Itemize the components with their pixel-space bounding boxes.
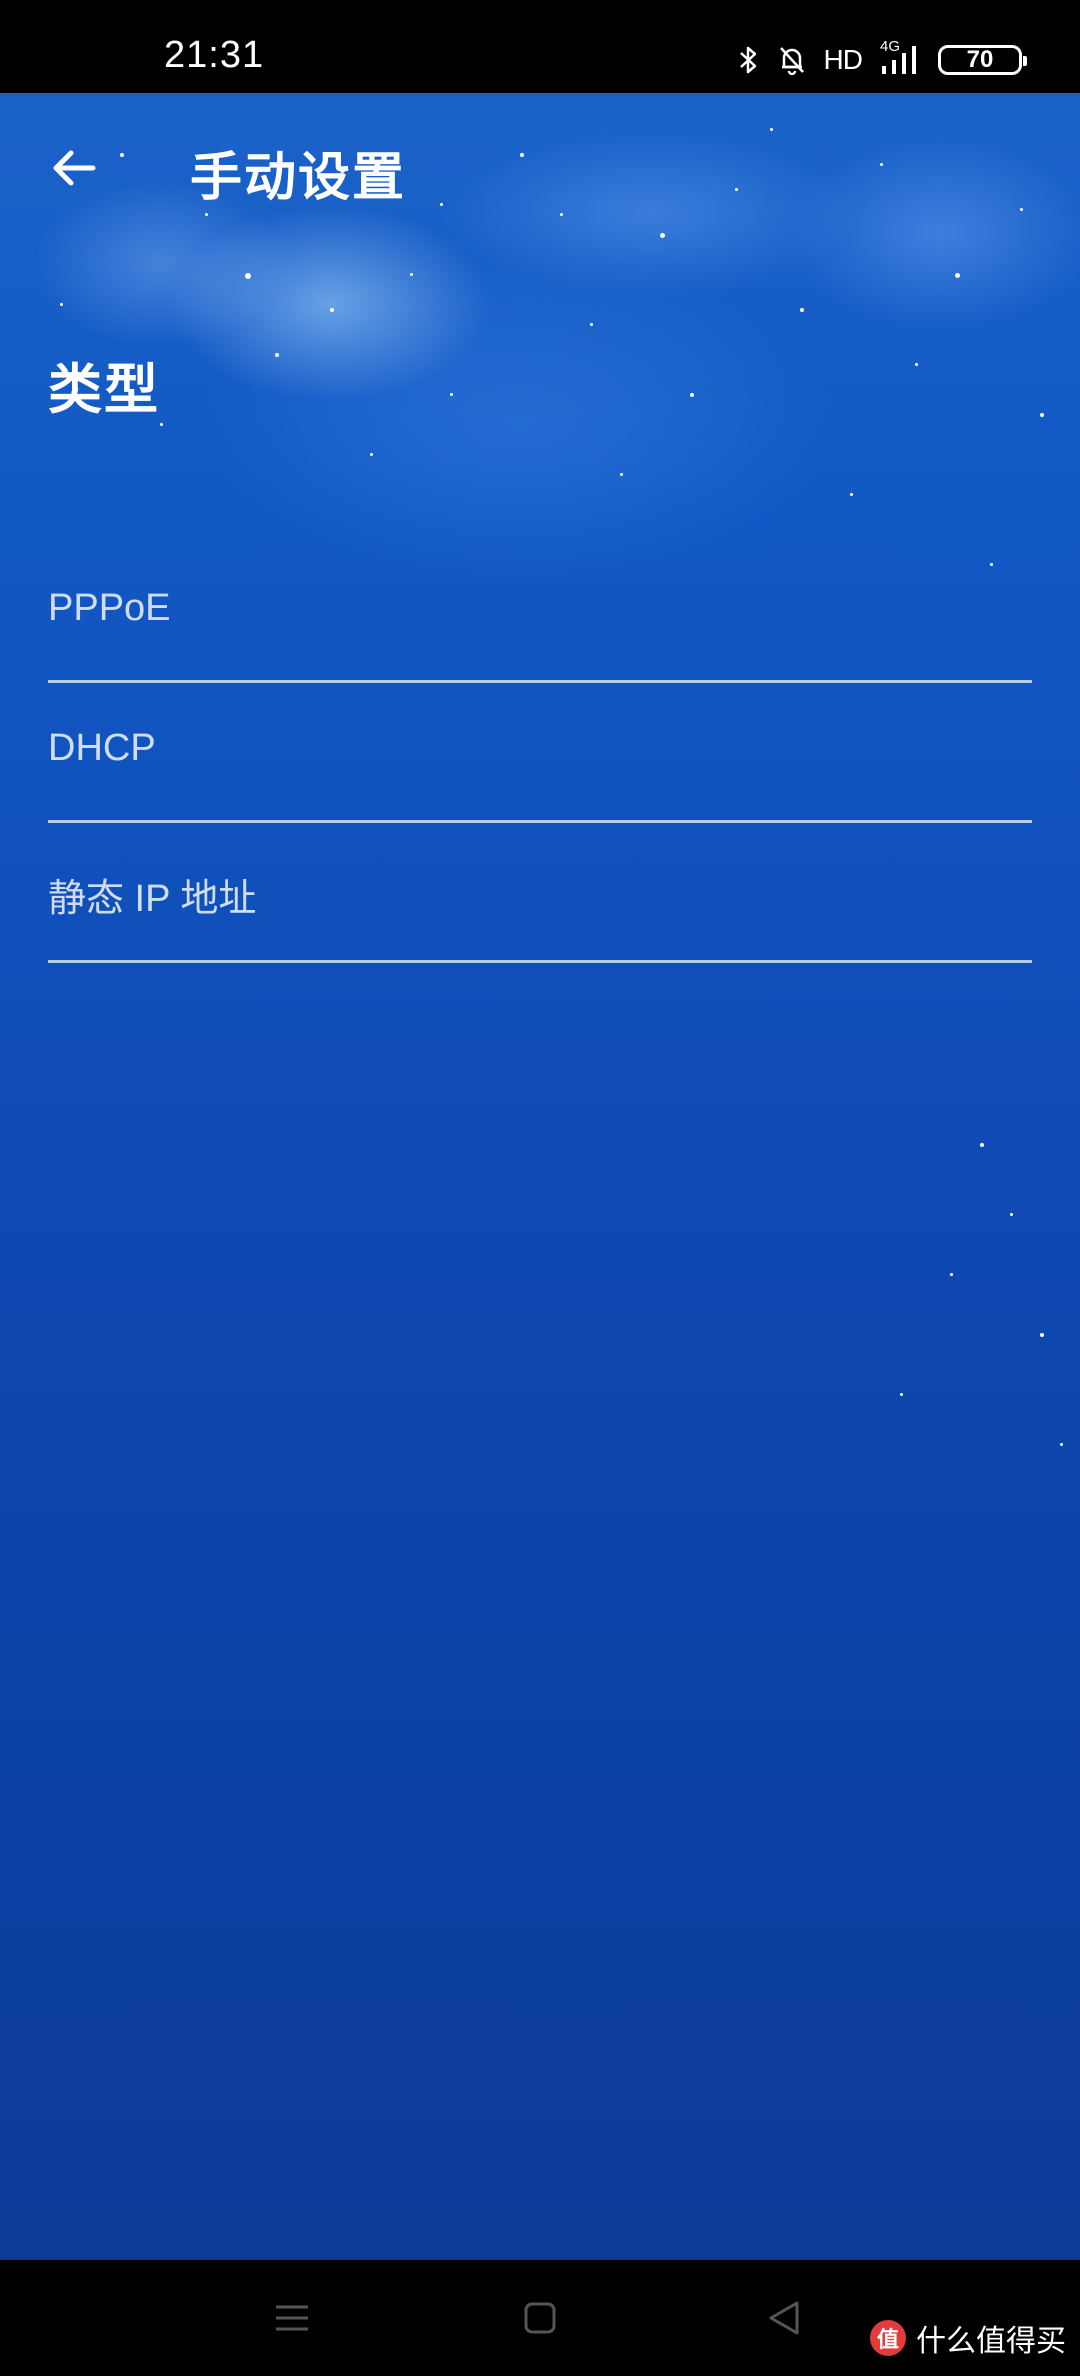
status-time: 21:31	[164, 34, 265, 76]
system-back-button[interactable]	[760, 2294, 808, 2342]
arrow-left-icon	[53, 150, 96, 186]
option-static-ip[interactable]: 静态 IP 地址	[48, 823, 1032, 963]
recent-apps-button[interactable]	[268, 2294, 316, 2342]
option-dhcp[interactable]: DHCP	[48, 683, 1032, 823]
signal-4g-icon: 4G	[880, 38, 920, 76]
status-icons: HD 4G 70	[738, 38, 1027, 80]
network-label: 4G	[880, 38, 901, 55]
bluetooth-icon	[738, 44, 760, 76]
menu-icon	[276, 2305, 308, 2331]
battery-level: 70	[966, 46, 994, 73]
watermark-logo: 值	[870, 2320, 906, 2356]
back-button[interactable]	[44, 138, 104, 198]
bell-off-icon	[778, 44, 806, 76]
home-button[interactable]	[516, 2294, 564, 2342]
page-title: 手动设置	[190, 149, 407, 207]
watermark: 值 什么值得买	[870, 2316, 1066, 2360]
option-label: DHCP	[48, 727, 156, 769]
manual-settings-screen: 手动设置 类型 PPPoE DHCP 静态 IP 地址	[0, 93, 1080, 2260]
connection-type-list: PPPoE DHCP 静态 IP 地址	[48, 543, 1032, 963]
hd-icon: HD	[823, 44, 863, 75]
watermark-text: 什么值得买	[916, 2325, 1066, 2358]
option-label: 静态 IP 地址	[48, 878, 257, 920]
status-bar: 21:31 HD 4G 70	[0, 0, 1080, 93]
option-pppoe[interactable]: PPPoE	[48, 543, 1032, 683]
battery-icon: 70	[938, 45, 1027, 75]
option-label: PPPoE	[48, 587, 171, 629]
home-icon	[524, 2302, 556, 2334]
back-triangle-icon	[769, 2301, 799, 2335]
section-title: 类型	[48, 360, 160, 420]
